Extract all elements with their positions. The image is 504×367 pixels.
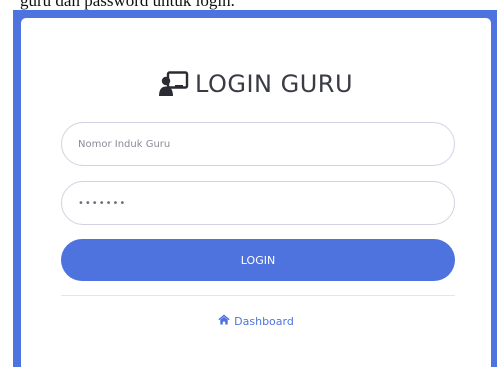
chalkboard-teacher-icon [158, 71, 189, 97]
divider [61, 295, 455, 296]
password-input[interactable] [61, 181, 455, 225]
page-frame: LOGIN GURU LOGIN Dashboard [13, 10, 497, 367]
home-icon [218, 314, 230, 328]
nomor-induk-guru-input[interactable] [61, 122, 455, 166]
dashboard-label: Dashboard [234, 314, 294, 328]
login-title: LOGIN GURU [194, 70, 354, 98]
login-header: LOGIN GURU [21, 70, 491, 98]
dashboard-link[interactable]: Dashboard [21, 314, 491, 328]
login-card: LOGIN GURU LOGIN Dashboard [21, 18, 491, 367]
login-button[interactable]: LOGIN [61, 239, 455, 281]
